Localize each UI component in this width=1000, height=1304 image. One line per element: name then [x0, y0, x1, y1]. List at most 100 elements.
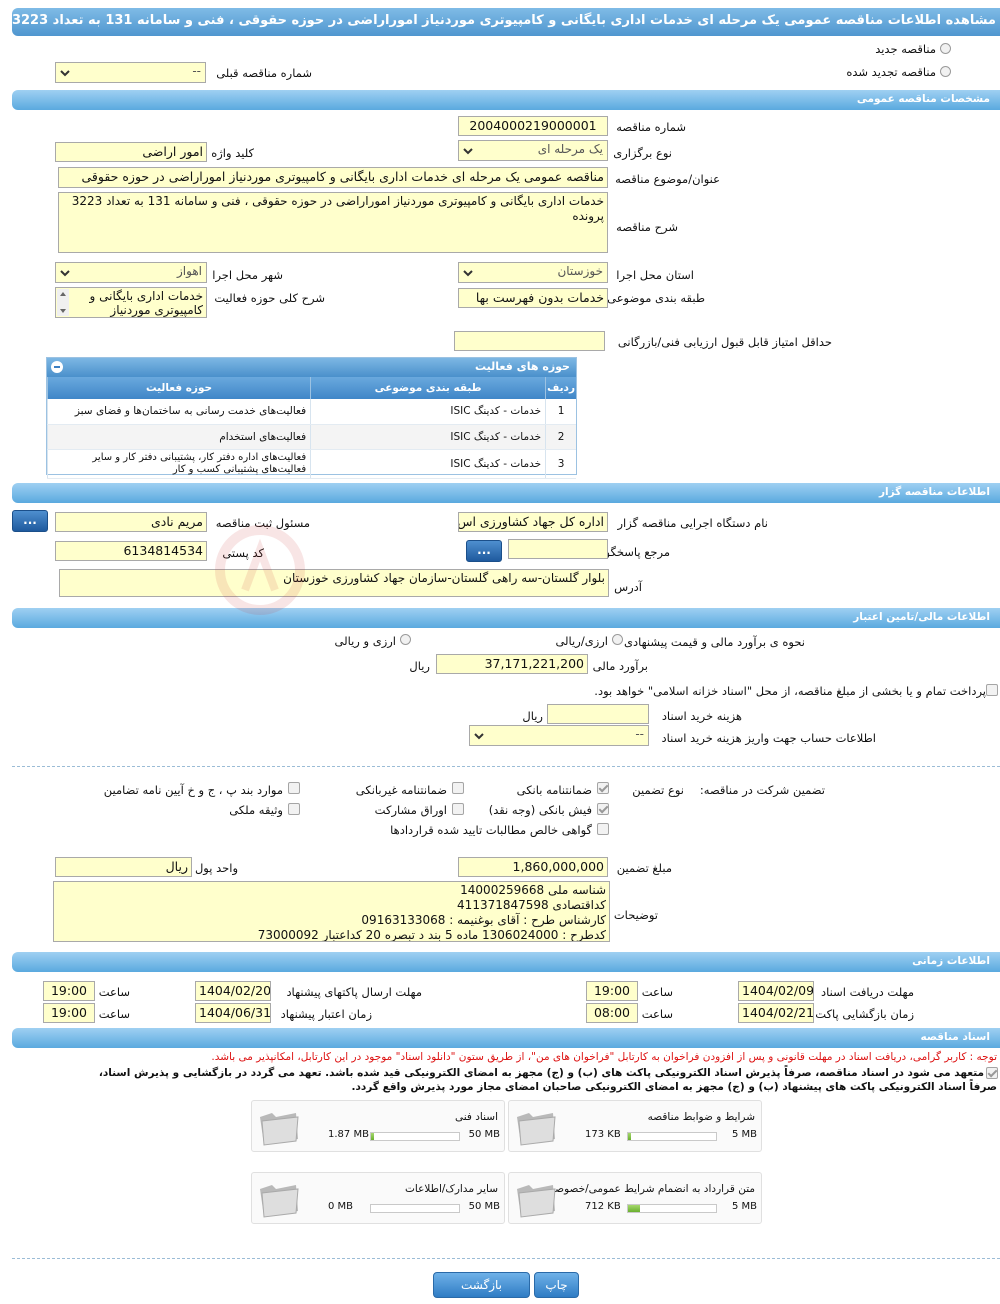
doc-cost-label: هزینه خرید اسناد — [661, 709, 742, 723]
claims-label: گواهی خالص مطالبات تایید شده قراردادها — [390, 823, 592, 837]
doc-file-card[interactable]: متن قرارداد به انضمام شرایط عمومی/خصوصی … — [508, 1172, 762, 1224]
doc-file-card[interactable]: سایر مدارک/اطلاعات 0 MB 50 MB — [251, 1172, 505, 1224]
col-category: طبقه بندی موضوعی — [310, 377, 546, 399]
estimate-method-label: نحوه ی برآورد مالی و قیمت پیشنهادی — [623, 635, 805, 649]
doc-file-max: 50 MB — [468, 1201, 500, 1212]
bonds-checkbox[interactable] — [452, 803, 464, 815]
renewed-tender-label: مناقصه تجدید شده — [846, 65, 936, 79]
doc-file-used: 173 KB — [585, 1129, 621, 1140]
section-timing: اطلاعات زمانی — [12, 952, 1000, 972]
estimate-unit: ریال — [409, 659, 430, 673]
clauses-checkbox[interactable] — [288, 782, 300, 794]
account-value: -- — [635, 727, 644, 741]
open-field: 1404/02/21 — [738, 1003, 814, 1023]
province-select[interactable]: خوزستان — [458, 262, 608, 283]
doc-progress-fill — [628, 1133, 631, 1140]
keyword-field: امور اراضی — [55, 142, 207, 162]
doc-file-used: 0 MB — [328, 1201, 354, 1212]
doc-deadline-field: 1404/02/09 — [738, 981, 814, 1001]
collapse-icon[interactable] — [51, 361, 63, 373]
row-area: فعالیت‌های اداره دفتر کار، پشتیبانی دفتر… — [46, 449, 311, 479]
subject-field: مناقصه عمومی یک مرحله ای خدمات اداری بای… — [58, 167, 608, 188]
doc-file-name: اسناد فنی — [454, 1111, 498, 1123]
estimate-field: 37,171,221,200 — [436, 654, 588, 674]
bank-guarantee-label: ضمانتنامه بانکی — [516, 783, 592, 797]
section-organizer: اطلاعات مناقصه گزار — [12, 483, 1000, 503]
category-field: خدمات بدون فهرست بها — [458, 288, 608, 308]
org-field: اداره کل جهاد کشاورزی اس — [458, 512, 608, 532]
treasury-checkbox[interactable] — [986, 684, 998, 696]
print-button[interactable]: چاپ — [534, 1272, 579, 1298]
activities-title-text: حوزه های فعالیت — [475, 360, 570, 373]
property-checkbox[interactable] — [288, 803, 300, 815]
commit-text-1: متعهد می شود در اسناد مناقصه، صرفاً پذیر… — [98, 1067, 984, 1079]
doc-progress-fill — [628, 1205, 641, 1212]
new-tender-label: مناقصه جدید — [875, 42, 936, 56]
tender-number-label: شماره مناقصه — [616, 120, 686, 134]
ref-field — [508, 539, 608, 559]
currency-option-label: ارزی/ریالی — [555, 634, 608, 648]
hold-type-select[interactable]: یک مرحله ای — [458, 140, 608, 161]
doc-file-max: 50 MB — [468, 1129, 500, 1140]
commit-checkbox[interactable] — [986, 1067, 998, 1079]
row-number: 1 — [545, 399, 576, 425]
doc-file-card[interactable]: اسناد فنی 1.87 MB 50 MB — [251, 1100, 505, 1152]
currency-radio[interactable] — [612, 634, 623, 645]
send-deadline-field: 1404/02/20 — [195, 981, 271, 1001]
doc-file-max: 5 MB — [731, 1129, 757, 1140]
notes-label: توضیحات — [613, 908, 658, 922]
notes-line: شناسه ملی 14000259668 — [460, 883, 606, 897]
activities-table: حوزه های فعالیت ردیف طبقه بندی موضوعی حو… — [46, 357, 577, 479]
divider — [12, 766, 1000, 767]
open-label: زمان بازگشایی پاکت ها — [802, 1007, 914, 1021]
doc-progress-bar — [627, 1132, 717, 1141]
bank-cheque-checkbox[interactable] — [597, 803, 609, 815]
col-row: ردیف — [545, 377, 576, 399]
registrar-label: مسئول ثبت مناقصه — [215, 516, 310, 530]
section-general: مشخصات مناقصه عمومی — [12, 90, 1000, 110]
category-label: طبقه بندی موضوعی — [607, 291, 705, 305]
prev-tender-label: شماره مناقصه قبلی — [216, 66, 312, 80]
amount-label: مبلغ تضمین — [616, 861, 672, 875]
doc-deadline-time-field: 19:00 — [586, 981, 638, 1001]
city-select[interactable]: اهواز — [55, 262, 207, 283]
amount-field: 1,860,000,000 — [458, 857, 608, 877]
scroll-arrows-icon[interactable] — [57, 289, 69, 316]
registrar-lookup-button[interactable]: ... — [12, 510, 48, 532]
send-deadline-time-field: 19:00 — [43, 981, 95, 1001]
address-field: بلوار گلستان-سه راهی گلستان-سازمان جهاد … — [59, 569, 609, 597]
prev-tender-select[interactable]: -- — [55, 62, 206, 83]
row-number: 2 — [545, 424, 576, 450]
doc-progress-bar — [370, 1132, 460, 1141]
account-select[interactable]: -- — [469, 725, 649, 746]
hold-type-label: نوع برگزاری — [613, 146, 672, 160]
org-label: نام دستگاه اجرایی مناقصه گزار — [617, 516, 768, 530]
table-row: 3 خدمات - کدینگ ISIC فعالیت‌های اداره دف… — [46, 449, 576, 479]
currency-label: واحد پول — [194, 861, 238, 875]
doc-file-card[interactable]: شرایط و ضوابط مناقصه 173 KB 5 MB — [508, 1100, 762, 1152]
docs-notice: توجه : کاربر گرامی، دریافت اسناد در مهلت… — [211, 1051, 997, 1063]
province-label: استان محل اجرا — [616, 268, 694, 282]
activity-desc-field: خدمات اداری بایگانی و کامپیوتری موردنیاز — [55, 287, 207, 318]
folder-icon — [517, 1185, 556, 1218]
bank-guarantee-checkbox[interactable] — [597, 782, 609, 794]
claims-checkbox[interactable] — [597, 823, 609, 835]
currency-field: ریال — [55, 857, 192, 877]
new-tender-radio[interactable] — [940, 43, 951, 54]
commit-text-2: صرفاً اسناد الکترونیکی پاکت های پیشنهاد … — [351, 1081, 997, 1093]
validity-field: 1404/06/31 — [195, 1003, 271, 1023]
guarantee-type-label: نوع تضمین — [632, 783, 684, 797]
property-label: وثیقه ملکی — [229, 803, 283, 817]
back-button[interactable]: بازگشت — [433, 1272, 530, 1298]
validity-time-field: 19:00 — [43, 1003, 95, 1023]
renewed-tender-radio[interactable] — [940, 66, 951, 77]
activity-desc-label: شرح کلی حوزه فعالیت — [214, 291, 325, 305]
row-category: خدمات - کدینگ ISIC — [310, 449, 546, 479]
divider — [12, 1258, 1000, 1259]
postal-field: 6134814534 — [55, 541, 207, 561]
col-area: حوزه فعالیت — [46, 377, 311, 399]
non-bank-checkbox[interactable] — [452, 782, 464, 794]
both-currency-radio[interactable] — [400, 634, 411, 645]
ref-lookup-button[interactable]: ... — [466, 540, 502, 562]
chevron-down-icon — [60, 270, 70, 277]
